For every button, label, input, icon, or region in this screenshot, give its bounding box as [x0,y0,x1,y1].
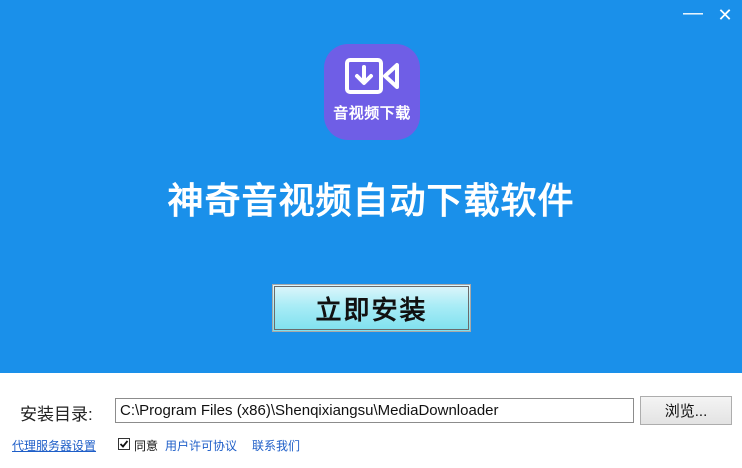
proxy-settings-link[interactable]: 代理服务器设置 [12,437,96,454]
contact-us-link[interactable]: 联系我们 [252,437,300,454]
minimize-button[interactable]: — [682,3,704,26]
video-download-icon [345,58,399,94]
app-logo-label: 音视频下载 [333,105,411,122]
agree-label: 同意 [134,439,159,453]
product-title: 神奇音视频自动下载软件 [167,180,575,221]
install-directory-label: 安装目录: [20,405,93,424]
installer-header: — ✕ 音视频下载 神奇音视频自动下载软件 立即安装 [0,0,742,373]
checkmark-icon [119,440,129,448]
agree-checkbox[interactable] [118,438,130,450]
install-now-button[interactable]: 立即安装 [272,284,471,332]
close-button[interactable]: ✕ [714,4,736,26]
license-agreement-link[interactable]: 用户许可协议 [165,437,237,454]
browse-button[interactable]: 浏览... [640,396,732,425]
install-directory-input[interactable] [115,398,634,423]
app-logo: 音视频下载 [324,44,420,140]
